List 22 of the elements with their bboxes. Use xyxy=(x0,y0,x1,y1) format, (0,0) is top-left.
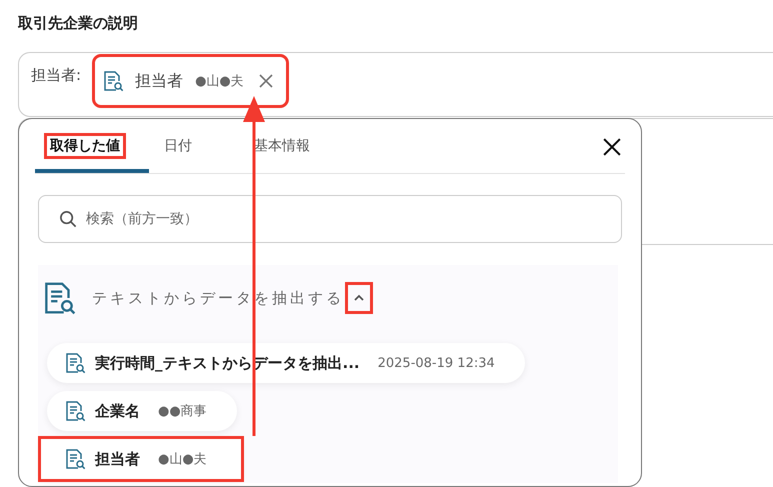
value-item[interactable]: 担当者 ●山●夫 xyxy=(41,439,241,479)
field-box[interactable]: 担当者: 担当者 ●山●夫 xyxy=(18,52,773,117)
section-title: 取引先企業の説明 xyxy=(18,14,139,34)
item-name: 担当者 xyxy=(95,450,140,468)
item-value: ●山●夫 xyxy=(158,451,207,468)
group-title: テキストからデータを抽出する xyxy=(92,288,344,308)
item-value: ●●商事 xyxy=(158,403,207,420)
item-value: 2025-08-19 12:34 xyxy=(378,356,495,370)
collapse-toggle[interactable] xyxy=(348,285,370,311)
field-label: 担当者: xyxy=(31,66,82,85)
value-item[interactable]: 企業名 ●●商事 xyxy=(47,391,237,431)
tab[interactable]: 取得した値 xyxy=(35,119,149,173)
search-field[interactable]: 検索（前方一致） xyxy=(38,195,622,243)
close-icon[interactable] xyxy=(603,138,621,156)
chip-value: ●山●夫 xyxy=(195,73,244,90)
tab[interactable]: 基本情報 xyxy=(239,119,329,173)
item-name: 企業名 xyxy=(95,402,140,420)
value-chip[interactable]: 担当者 ●山●夫 xyxy=(95,57,286,105)
tab[interactable]: 日付 xyxy=(149,119,239,173)
search-input[interactable]: 検索（前方一致） xyxy=(84,210,621,228)
search-icon xyxy=(59,210,78,228)
chip-name: 担当者 xyxy=(135,70,184,92)
